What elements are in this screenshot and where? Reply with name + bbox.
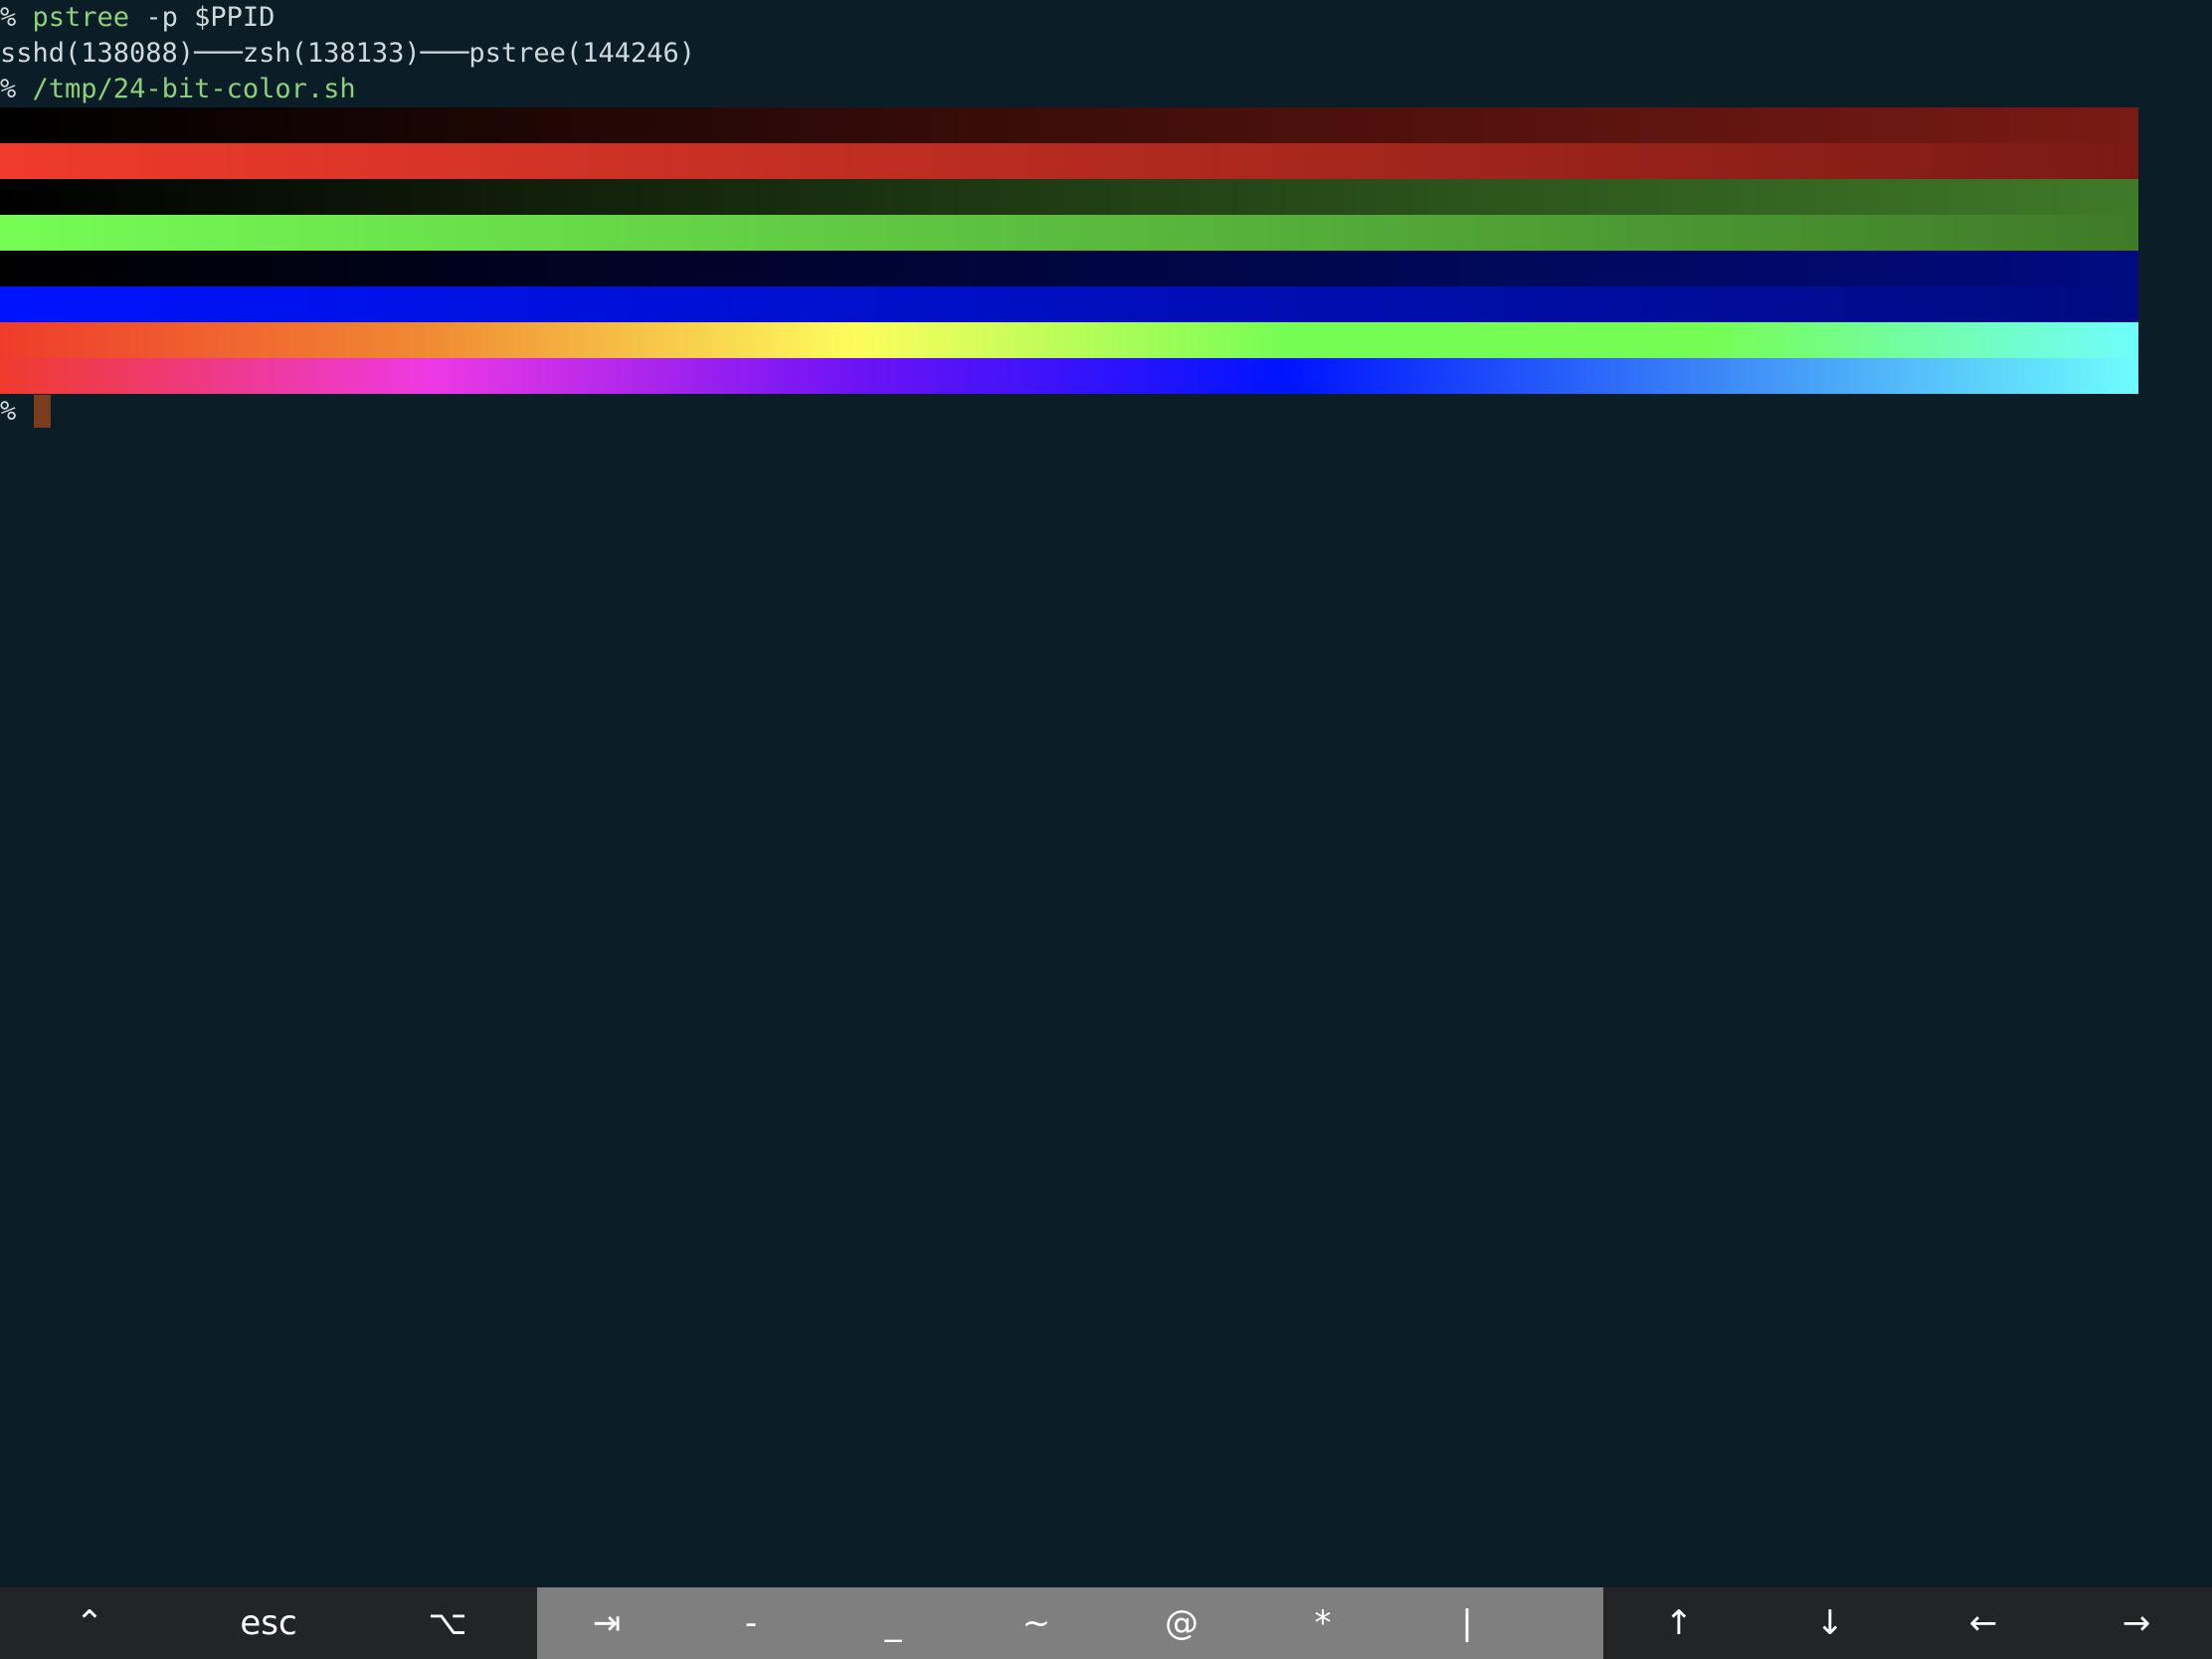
at-key[interactable]: @: [1132, 1587, 1231, 1659]
terminal-output-line: sshd(138088)───zsh(138133)───pstree(1442…: [0, 38, 695, 69]
color-bar-rainbow-lower: [0, 358, 2138, 394]
asterisk-key[interactable]: *: [1273, 1587, 1373, 1659]
tab-key[interactable]: ⇥: [557, 1587, 656, 1659]
command-name: pstree: [32, 2, 130, 33]
esc-key[interactable]: esc: [209, 1587, 328, 1659]
keyboard-accessory-bar: ⌃ esc ⌥ ⇥ - _ ~ @ * | ↑ ↓ ← →: [0, 1587, 2212, 1659]
symbol-key-group: ⇥ - _ ~ @ * |: [537, 1587, 1603, 1659]
terminal-line-3: % /tmp/24-bit-color.sh: [0, 72, 356, 107]
dash-key[interactable]: -: [701, 1587, 801, 1659]
color-bar-rainbow-upper: [0, 322, 2138, 358]
terminal-view[interactable]: % pstree -p $PPID sshd(138088)───zsh(138…: [0, 0, 2212, 1587]
prompt-symbol: %: [0, 74, 17, 104]
prompt-symbol: %: [0, 396, 17, 427]
color-bar-green-bright: [0, 215, 2138, 251]
arrow-right-key[interactable]: →: [2087, 1587, 2186, 1659]
ctrl-key[interactable]: ⌃: [40, 1587, 139, 1659]
command-name: /tmp/24-bit-color.sh: [32, 74, 356, 104]
color-bar-blue-bright: [0, 286, 2138, 322]
color-bar-green-dark: [0, 179, 2138, 215]
terminal-line-4: %: [0, 394, 16, 430]
option-key[interactable]: ⌥: [398, 1587, 497, 1659]
color-bar-red-bright: [0, 143, 2138, 179]
underscore-key[interactable]: _: [843, 1587, 943, 1659]
terminal-line-1: % pstree -p $PPID: [0, 0, 275, 36]
arrow-down-key[interactable]: ↓: [1780, 1587, 1880, 1659]
arrow-left-key[interactable]: ←: [1934, 1587, 2033, 1659]
arrow-up-key[interactable]: ↑: [1629, 1587, 1729, 1659]
pipe-key[interactable]: |: [1417, 1587, 1517, 1659]
color-bar-red-dark: [0, 107, 2138, 143]
text-cursor: [34, 395, 51, 428]
tilde-key[interactable]: ~: [987, 1587, 1086, 1659]
color-bar-blue-dark: [0, 251, 2138, 286]
prompt-symbol: %: [0, 2, 17, 33]
command-args: -p $PPID: [129, 2, 276, 33]
